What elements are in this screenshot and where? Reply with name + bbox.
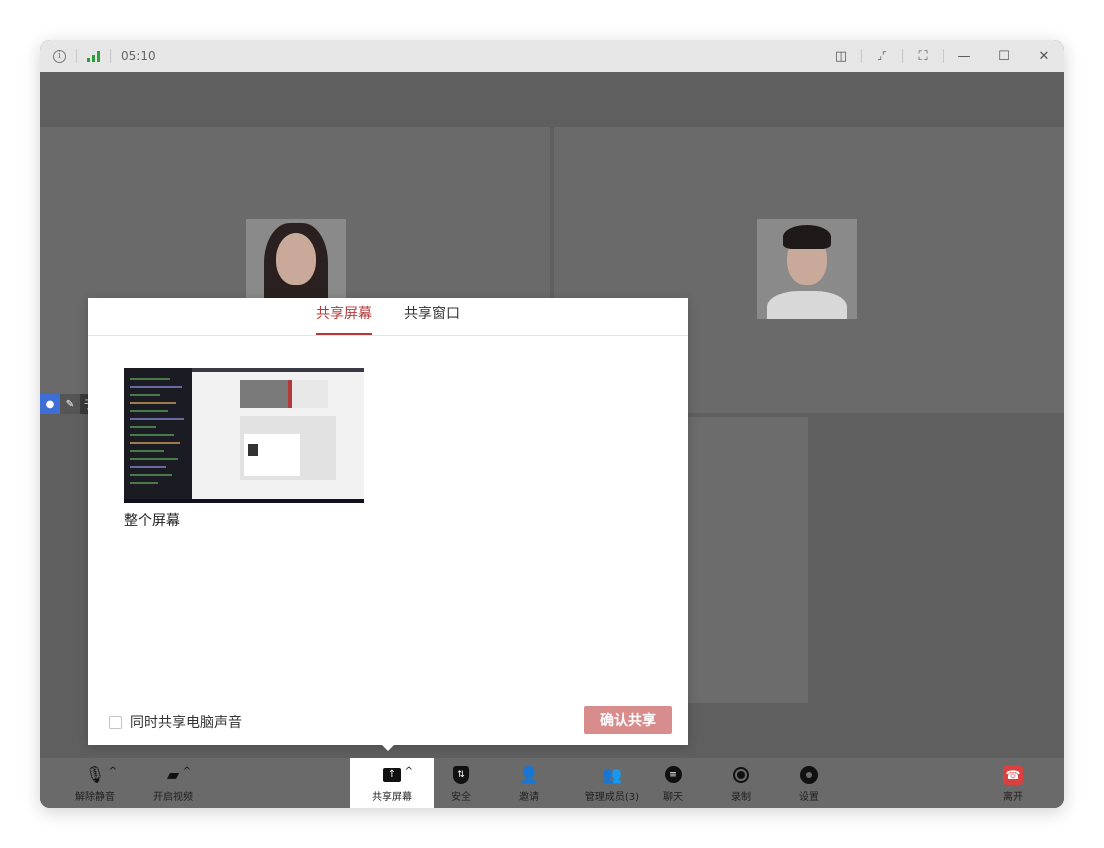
whole-screen-label: 整个屏幕 — [124, 513, 180, 529]
chevron-up-icon[interactable]: ^ — [405, 766, 413, 777]
chevron-up-icon[interactable]: ^ — [109, 766, 117, 777]
record-label: 录制 — [731, 791, 751, 803]
gear-icon — [800, 765, 818, 784]
share-tabs: 共享屏幕 共享窗口 — [88, 298, 688, 336]
share-audio-label: 同时共享电脑声音 — [130, 715, 242, 731]
mic-off-icon: 🎙 — [84, 765, 106, 784]
members-icon: 👥 — [602, 765, 622, 784]
mic-muted-icon: ✎ — [60, 394, 80, 414]
chat-button[interactable]: ≡ 聊天 — [652, 758, 694, 808]
leave-label: 离开 — [1003, 791, 1023, 803]
meeting-toolbar: 🎙 ^ 解除静音 ▰ ^ 开启视频 ↑ ^ 共享屏幕 ⇅ 安全 👤 邀请 👥 管理成员… — [40, 758, 1064, 808]
record-button[interactable]: 录制 — [720, 758, 762, 808]
maximize-icon[interactable]: ☐ — [984, 40, 1024, 72]
manage-members-button[interactable]: 👥 管理成员(3) — [570, 758, 654, 808]
layout-icon[interactable]: ◫ — [821, 40, 861, 72]
security-label: 安全 — [451, 791, 471, 803]
add-user-icon: 👤 — [519, 765, 539, 784]
title-bar: i 05:10 ◫ ⌟⌜ ⛶ — ☐ ✕ — [40, 40, 1064, 72]
tab-share-window[interactable]: 共享窗口 — [404, 303, 460, 335]
fullscreen-icon[interactable]: ⛶ — [903, 40, 943, 72]
settings-button[interactable]: 设置 — [788, 758, 830, 808]
info-icon[interactable]: i — [53, 49, 66, 63]
settings-label: 设置 — [799, 791, 819, 803]
share-screen-button[interactable]: ↑ ^ 共享屏幕 — [350, 758, 434, 808]
security-button[interactable]: ⇅ 安全 — [440, 758, 482, 808]
hang-up-icon: ☎ — [1003, 764, 1023, 785]
share-screen-dialog: 共享屏幕 共享窗口 整个屏幕 同时共享电脑声音 确认共享 — [88, 298, 688, 745]
start-video-button[interactable]: ▰ ^ 开启视频 — [148, 758, 198, 808]
close-icon[interactable]: ✕ — [1024, 40, 1064, 72]
exit-fullscreen-icon[interactable]: ⌟⌜ — [862, 40, 902, 72]
dialog-pointer — [382, 745, 394, 751]
share-audio-checkbox[interactable] — [109, 715, 122, 729]
unmute-label: 解除静音 — [75, 791, 115, 803]
shield-icon: ⇅ — [453, 765, 469, 784]
share-screen-icon: ↑ — [383, 767, 401, 782]
start-video-label: 开启视频 — [153, 791, 193, 803]
avatar — [757, 219, 857, 319]
share-audio-option[interactable]: 同时共享电脑声音 — [109, 712, 242, 732]
invite-label: 邀请 — [519, 791, 539, 803]
leave-button[interactable]: ☎ 离开 — [992, 758, 1034, 808]
unmute-button[interactable]: 🎙 ^ 解除静音 — [70, 758, 120, 808]
chat-icon: ≡ — [664, 766, 682, 783]
manage-members-label: 管理成员(3) — [584, 791, 640, 803]
screen-thumbnail[interactable] — [124, 368, 364, 503]
signal-strength-icon[interactable] — [87, 50, 100, 62]
record-icon — [733, 766, 749, 783]
confirm-share-button[interactable]: 确认共享 — [584, 706, 672, 734]
chat-label: 聊天 — [663, 791, 683, 803]
minimize-icon[interactable]: — — [944, 40, 984, 72]
user-icon: ● — [40, 394, 60, 414]
meeting-timer: 05:10 — [121, 49, 156, 63]
chevron-up-icon[interactable]: ^ — [183, 766, 191, 777]
camera-off-icon: ▰ — [166, 765, 180, 784]
invite-button[interactable]: 👤 邀请 — [508, 758, 550, 808]
tab-share-screen[interactable]: 共享屏幕 — [316, 303, 372, 335]
share-screen-label: 共享屏幕 — [372, 791, 412, 803]
